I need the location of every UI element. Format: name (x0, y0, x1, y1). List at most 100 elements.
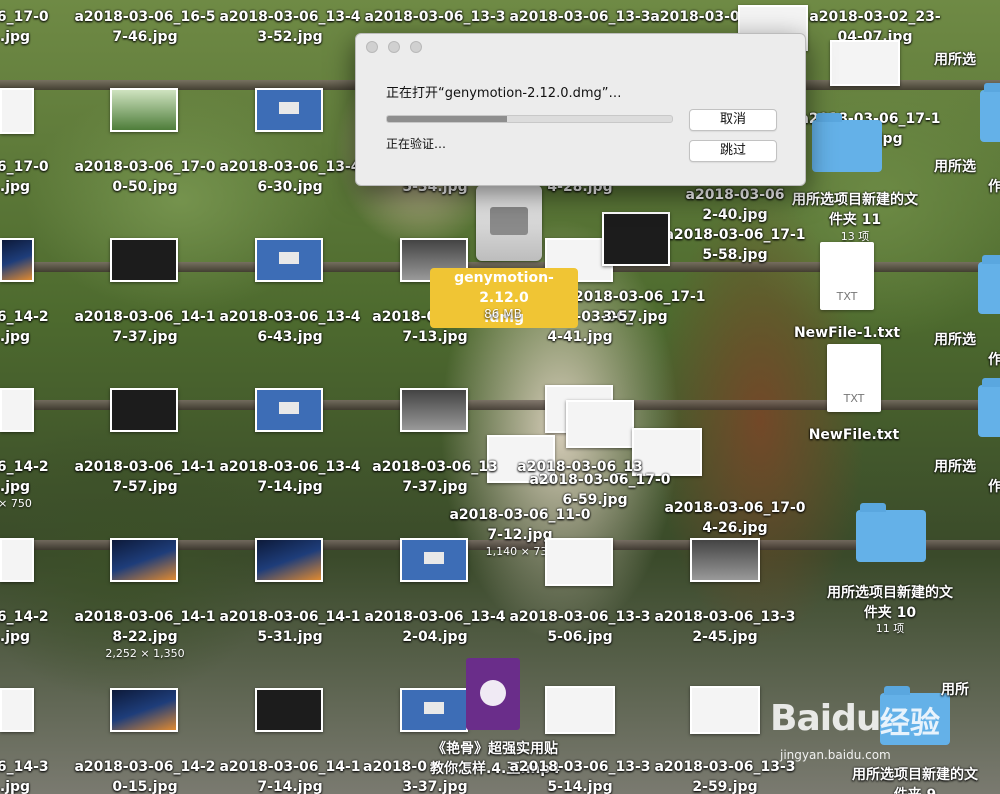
folder-icon[interactable] (980, 83, 1000, 142)
image-thumbnail[interactable] (110, 238, 178, 282)
minimize-window-button[interactable] (388, 41, 400, 53)
file-label[interactable]: NewFile.txt (779, 425, 929, 445)
file-label[interactable]: 2-59.jpg (650, 777, 800, 794)
file-label[interactable]: 《艳骨》超强实用贴 (420, 739, 570, 759)
text-file-icon[interactable]: TXT (820, 242, 874, 310)
folder-icon[interactable] (812, 113, 882, 172)
folder-label[interactable]: 用所选项目新建的文 (815, 583, 965, 603)
folder-label[interactable]: 件夹 11 (780, 210, 930, 230)
file-label[interactable]: 3-52.jpg (215, 27, 365, 47)
file-label[interactable]: 5-31.jpg (215, 627, 365, 647)
file-label[interactable]: 7-14.jpg (215, 777, 365, 794)
file-label[interactable]: 7-14.jpg (215, 477, 365, 497)
file-label[interactable]: 6-43.jpg (215, 327, 365, 347)
file-label[interactable]: 2-04.jpg (360, 627, 510, 647)
file-label[interactable]: 7-57.jpg (70, 477, 220, 497)
image-thumbnail[interactable] (0, 238, 34, 282)
file-label[interactable]: 5-14.jpg (505, 777, 655, 794)
file-label[interactable]: a2018-03-06_13-3 (360, 7, 510, 27)
close-window-button[interactable] (366, 41, 378, 53)
image-thumbnail[interactable] (400, 688, 468, 732)
file-label[interactable]: a2018-03-06_14-1 (70, 457, 220, 477)
image-thumbnail[interactable] (255, 238, 323, 282)
video-file-icon[interactable] (466, 658, 520, 730)
image-thumbnail[interactable] (0, 388, 34, 432)
file-label[interactable]: a2018-03-06_14-1 (215, 607, 365, 627)
file-label[interactable]: a2018-03-06_13 (360, 457, 510, 477)
folder-icon[interactable] (978, 378, 1000, 437)
file-label[interactable]: a2018-03-02_23- (800, 7, 950, 27)
folder-label[interactable]: 用所选 (880, 457, 1000, 477)
file-label[interactable]: a2018-03-06_14-1 (70, 307, 220, 327)
zoom-window-button[interactable] (410, 41, 422, 53)
file-label[interactable]: a2018-03-06_17-1 (560, 287, 710, 307)
file-label[interactable]: a2018-03-06_13-3 (505, 607, 655, 627)
file-label[interactable]: 5-58.jpg (660, 245, 810, 265)
file-label[interactable]: 3-37.jpg (360, 777, 510, 794)
file-label[interactable]: a2018-03-06_13-4 (215, 157, 365, 177)
image-thumbnail[interactable] (566, 400, 634, 448)
image-thumbnail[interactable] (602, 212, 670, 266)
image-thumbnail[interactable] (400, 388, 468, 432)
folder-label[interactable]: 作 (920, 177, 1000, 197)
image-thumbnail[interactable] (690, 538, 760, 582)
file-label[interactable]: a2018-03-06_17-0 (660, 498, 810, 518)
image-thumbnail[interactable] (545, 538, 613, 586)
watermark-jingyan: 经验 (880, 706, 940, 741)
file-label[interactable]: a2018-03-06_11-0 (445, 505, 595, 525)
file-label[interactable]: a2018-03-06_13-4 (360, 607, 510, 627)
image-thumbnail[interactable] (110, 88, 178, 132)
file-label[interactable]: 3-57.jpg (560, 307, 710, 327)
skip-button[interactable]: 跳过 (689, 140, 777, 162)
image-thumbnail[interactable] (255, 388, 323, 432)
image-thumbnail[interactable] (110, 388, 178, 432)
disk-image-icon[interactable] (476, 185, 542, 261)
file-label[interactable]: a2018-03-06_13-4 (215, 457, 365, 477)
folder-label[interactable]: 件夹 10 (815, 603, 965, 623)
image-thumbnail[interactable] (400, 538, 468, 582)
file-label[interactable]: 4-41.jpg (505, 327, 655, 347)
file-label[interactable]: 6-30.jpg (215, 177, 365, 197)
file-label[interactable]: a2018-03-06_17-0 (525, 470, 675, 490)
folder-label[interactable]: 用所选 (880, 330, 1000, 350)
file-label[interactable]: a2018-03-06_13-4 (215, 7, 365, 27)
image-thumbnail[interactable] (0, 688, 34, 732)
file-label[interactable]: 5-06.jpg (505, 627, 655, 647)
file-label[interactable]: 2-45.jpg (650, 627, 800, 647)
cancel-button[interactable]: 取消 (689, 109, 777, 131)
file-label[interactable]: a2018-03-06_16-5 (70, 7, 220, 27)
file-label[interactable]: 7-37.jpg (360, 477, 510, 497)
file-label[interactable]: 7-13.jpg (360, 327, 510, 347)
folder-icon[interactable] (978, 255, 1000, 314)
folder-label[interactable]: 用所选项目新建的文 (780, 190, 930, 210)
image-thumbnail[interactable] (110, 538, 178, 582)
folder-label[interactable]: 作 (920, 350, 1000, 370)
folder-label[interactable]: 用所选 (880, 157, 1000, 177)
image-thumbnail[interactable] (255, 538, 323, 582)
file-label[interactable]: 4-26.jpg (660, 518, 810, 538)
file-label[interactable]: 7-37.jpg (70, 327, 220, 347)
image-thumbnail[interactable] (690, 686, 760, 734)
file-label[interactable]: a2018-03-06_13-4 (215, 307, 365, 327)
folder-icon[interactable] (856, 503, 926, 562)
image-thumbnail[interactable] (545, 686, 615, 734)
text-file-icon[interactable]: TXT (827, 344, 881, 412)
file-label[interactable]: a2018-03-06_14-2 (70, 757, 220, 777)
image-thumbnail[interactable] (255, 688, 323, 732)
image-thumbnail[interactable] (110, 688, 178, 732)
folder-label[interactable]: 作 (920, 477, 1000, 497)
file-label[interactable]: a2018-03-06_13-3 (505, 757, 655, 777)
image-thumbnail[interactable] (0, 538, 34, 582)
image-thumbnail[interactable] (0, 88, 34, 134)
file-label[interactable]: 0-50.jpg (70, 177, 220, 197)
file-label[interactable]: a2018-03-06_13-3 (650, 607, 800, 627)
file-label[interactable]: 0-15.jpg (70, 777, 220, 794)
file-label[interactable]: a2018-03-06_17-0 (70, 157, 220, 177)
progress-bar (386, 115, 673, 123)
folder-label[interactable]: 用所选 (880, 50, 1000, 70)
file-label[interactable]: a2018-03-06_14-1 (70, 607, 220, 627)
image-thumbnail[interactable] (255, 88, 323, 132)
file-label[interactable]: 8-22.jpg (70, 627, 220, 647)
file-label[interactable]: 7-46.jpg (70, 27, 220, 47)
folder-label[interactable]: 件夹 9 (840, 785, 990, 794)
